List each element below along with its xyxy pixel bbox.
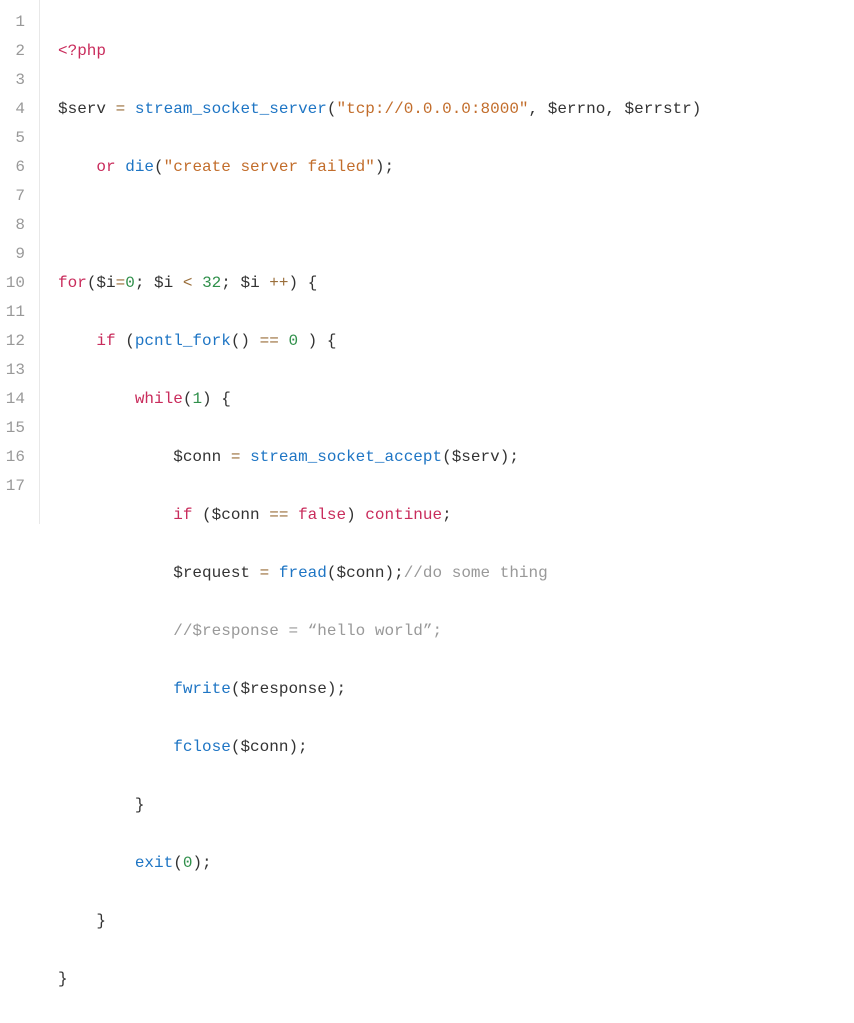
token-var: $serv <box>452 448 500 466</box>
token-num: 0 <box>125 274 135 292</box>
token-var: $serv <box>58 100 106 118</box>
line-number: 1 <box>0 8 31 37</box>
token-var: $errstr <box>625 100 692 118</box>
line-number: 15 <box>0 414 31 443</box>
code-line: if ($conn == false) continue; <box>58 501 701 530</box>
token-var: $request <box>173 564 250 582</box>
code-line <box>58 211 701 240</box>
code-line: fclose($conn); <box>58 733 701 762</box>
code-line: <?php <box>58 37 701 66</box>
code-line: $request = fread($conn);//do some thing <box>58 559 701 588</box>
token-comment: //$response = “hello world”; <box>173 622 442 640</box>
token-var: $conn <box>336 564 384 582</box>
token-kw: if <box>173 506 192 524</box>
token-fn: die <box>125 158 154 176</box>
token-lt: < <box>183 274 193 292</box>
line-number: 4 <box>0 95 31 124</box>
line-number-gutter: 1 2 3 4 5 6 7 8 9 10 11 12 13 14 15 16 1… <box>0 0 40 524</box>
token-fn: stream_socket_server <box>135 100 327 118</box>
code-line: exit(0); <box>58 849 701 878</box>
token-eq: = <box>116 274 126 292</box>
line-number: 7 <box>0 182 31 211</box>
token-str: "create server failed" <box>164 158 375 176</box>
token-var: $conn <box>240 738 288 756</box>
token-eq: = <box>260 564 270 582</box>
token-kw: if <box>96 332 115 350</box>
code-line: } <box>58 907 701 936</box>
code-line: $conn = stream_socket_accept($serv); <box>58 443 701 472</box>
token-eqeq: == <box>260 332 279 350</box>
token-php-open: <?php <box>58 42 106 60</box>
code-line: if (pcntl_fork() == 0 ) { <box>58 327 701 356</box>
token-pp: ++ <box>269 274 288 292</box>
line-number: 8 <box>0 211 31 240</box>
token-num: 0 <box>183 854 193 872</box>
line-number: 10 <box>0 269 31 298</box>
line-number: 3 <box>0 66 31 95</box>
token-num: 32 <box>202 274 221 292</box>
code-line: } <box>58 965 701 994</box>
line-number: 16 <box>0 443 31 472</box>
line-number: 12 <box>0 327 31 356</box>
token-var: $errno <box>548 100 606 118</box>
token-bool: false <box>298 506 346 524</box>
code-line: fwrite($response); <box>58 675 701 704</box>
line-number: 17 <box>0 472 31 501</box>
token-fn: fclose <box>173 738 231 756</box>
code-area[interactable]: <?php $serv = stream_socket_server("tcp:… <box>40 0 701 524</box>
token-fn: pcntl_fork <box>135 332 231 350</box>
line-number: 14 <box>0 385 31 414</box>
token-comment: //do some thing <box>404 564 548 582</box>
code-line: or die("create server failed"); <box>58 153 701 182</box>
token-eq: = <box>116 100 126 118</box>
token-fn: exit <box>135 854 173 872</box>
code-line: } <box>58 791 701 820</box>
token-kw: for <box>58 274 87 292</box>
token-var: $conn <box>212 506 260 524</box>
token-var: $i <box>154 274 173 292</box>
token-var: $response <box>240 680 326 698</box>
line-number: 11 <box>0 298 31 327</box>
line-number: 6 <box>0 153 31 182</box>
token-eqeq: == <box>269 506 288 524</box>
code-line: $serv = stream_socket_server("tcp://0.0.… <box>58 95 701 124</box>
token-eq: = <box>231 448 241 466</box>
token-kw: or <box>96 158 115 176</box>
token-var: $conn <box>173 448 221 466</box>
token-str: "tcp://0.0.0.0:8000" <box>336 100 528 118</box>
line-number: 2 <box>0 37 31 66</box>
token-num: 1 <box>192 390 202 408</box>
code-line: for($i=0; $i < 32; $i ++) { <box>58 269 701 298</box>
token-fn: fread <box>279 564 327 582</box>
token-fn: fwrite <box>173 680 231 698</box>
line-number: 5 <box>0 124 31 153</box>
token-var: $i <box>96 274 115 292</box>
line-number: 13 <box>0 356 31 385</box>
token-fn: stream_socket_accept <box>250 448 442 466</box>
code-line: while(1) { <box>58 385 701 414</box>
code-line: //$response = “hello world”; <box>58 617 701 646</box>
token-var: $i <box>240 274 259 292</box>
token-kw: while <box>135 390 183 408</box>
line-number: 9 <box>0 240 31 269</box>
token-num: 0 <box>288 332 298 350</box>
token-kw: continue <box>365 506 442 524</box>
